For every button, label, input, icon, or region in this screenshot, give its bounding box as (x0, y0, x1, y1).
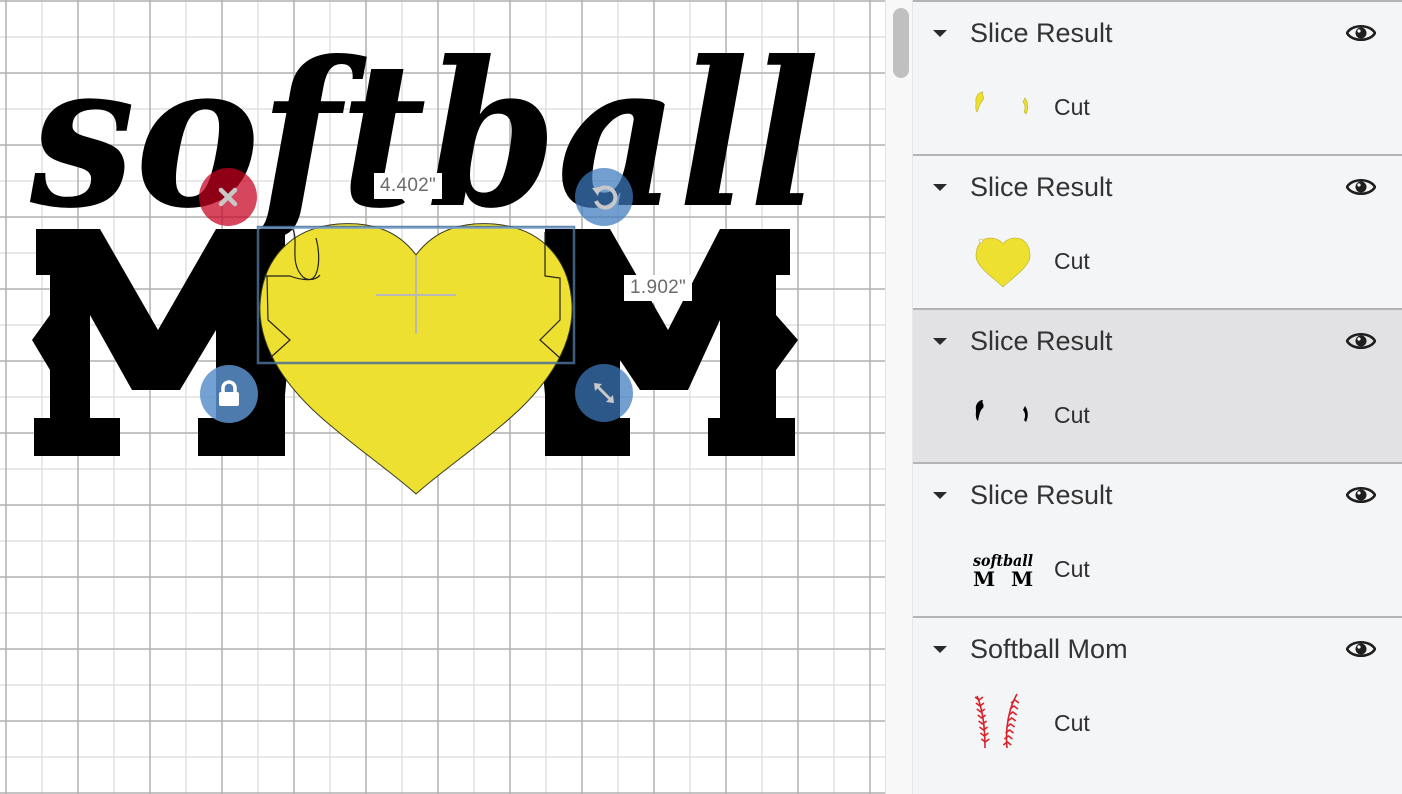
layer-item-label: Cut (1054, 402, 1090, 428)
layer-item-label: Cut (1054, 710, 1090, 736)
design-canvas[interactable]: softball 4.402" 1.902" (0, 0, 885, 794)
layer-group-header[interactable]: Softball Mom (913, 618, 1402, 680)
stitch-mark (1003, 735, 1013, 740)
layers-panel: Slice Result Cut Slice Result Cut Slice … (913, 0, 1402, 794)
height-dimension-label: 1.902" (624, 275, 693, 307)
layer-group-selected[interactable]: Slice Result Cut (913, 310, 1402, 464)
layer-group-header[interactable]: Slice Result (913, 464, 1402, 526)
layer-thumbnail-softball-mom: softball M M (972, 551, 1033, 591)
layer-group-header[interactable]: Slice Result (913, 2, 1402, 64)
caret-down-icon[interactable] (933, 184, 947, 191)
layers-scrollbar[interactable] (885, 0, 913, 794)
layer-thumbnail-yellow-fragments (975, 91, 1029, 115)
layer-item[interactable]: Cut (913, 388, 1402, 444)
eye-icon[interactable] (1346, 638, 1376, 660)
eye-icon[interactable] (1346, 330, 1376, 352)
stitch-mark (1010, 699, 1020, 704)
layer-group-header[interactable]: Slice Result (913, 156, 1402, 218)
layer-item[interactable]: softball M M Cut (913, 542, 1402, 598)
softball-script-text[interactable]: softball (29, 18, 820, 253)
close-icon (218, 187, 238, 207)
resize-handle[interactable] (575, 364, 633, 422)
eye-icon[interactable] (1346, 176, 1376, 198)
eye-icon[interactable] (1346, 484, 1376, 506)
layer-group[interactable]: Softball Mom Cut (913, 618, 1402, 772)
letter-m-right[interactable] (540, 229, 798, 456)
layer-group-title: Slice Result (970, 172, 1113, 202)
layer-item-label: Cut (1054, 556, 1090, 582)
lock-handle[interactable] (200, 365, 258, 423)
rotate-icon (592, 185, 618, 210)
layer-group-title: Slice Result (970, 18, 1113, 48)
scrollbar-thumb[interactable] (893, 8, 909, 78)
layer-item[interactable]: Cut (913, 693, 1402, 752)
height-value: 1.902" (630, 277, 687, 298)
eye-icon[interactable] (1346, 22, 1376, 44)
thumb-block-text: M (1011, 567, 1033, 591)
letter-m-left[interactable] (32, 229, 290, 456)
layer-group-header[interactable]: Slice Result (913, 310, 1402, 372)
layer-group[interactable]: Slice Result Cut (913, 2, 1402, 156)
layer-thumbnail-heart (975, 237, 1031, 288)
caret-down-icon[interactable] (933, 338, 947, 345)
caret-down-icon[interactable] (933, 30, 947, 37)
lock-icon (219, 380, 239, 406)
caret-down-icon[interactable] (933, 646, 947, 653)
layer-thumbnail-black-fragments (975, 400, 1028, 422)
stitch-mark (978, 720, 988, 725)
layer-item-label: Cut (1054, 94, 1090, 120)
layer-group-title: Softball Mom (970, 634, 1128, 664)
layer-group[interactable]: Slice Result softball M M Cut (913, 464, 1402, 618)
layer-group-title: Slice Result (970, 326, 1113, 356)
layer-group-title: Slice Result (970, 480, 1113, 510)
stitch-mark (977, 714, 987, 719)
layer-item-label: Cut (1054, 248, 1090, 274)
width-value: 4.402" (380, 175, 437, 196)
stitch-mark (974, 696, 984, 701)
width-dimension-label: 4.402" (374, 173, 443, 205)
rotate-handle[interactable] (575, 168, 633, 226)
layer-group[interactable]: Slice Result Cut (913, 156, 1402, 310)
layer-thumbnail-stitches (974, 693, 1020, 749)
design-artwork[interactable]: softball (0, 0, 885, 794)
delete-handle[interactable] (199, 168, 257, 226)
layer-item[interactable]: Cut (913, 80, 1402, 136)
thumb-block-text: M (973, 567, 995, 591)
resize-icon (594, 383, 614, 403)
caret-down-icon[interactable] (933, 492, 947, 499)
layer-item[interactable]: Cut (913, 234, 1402, 290)
